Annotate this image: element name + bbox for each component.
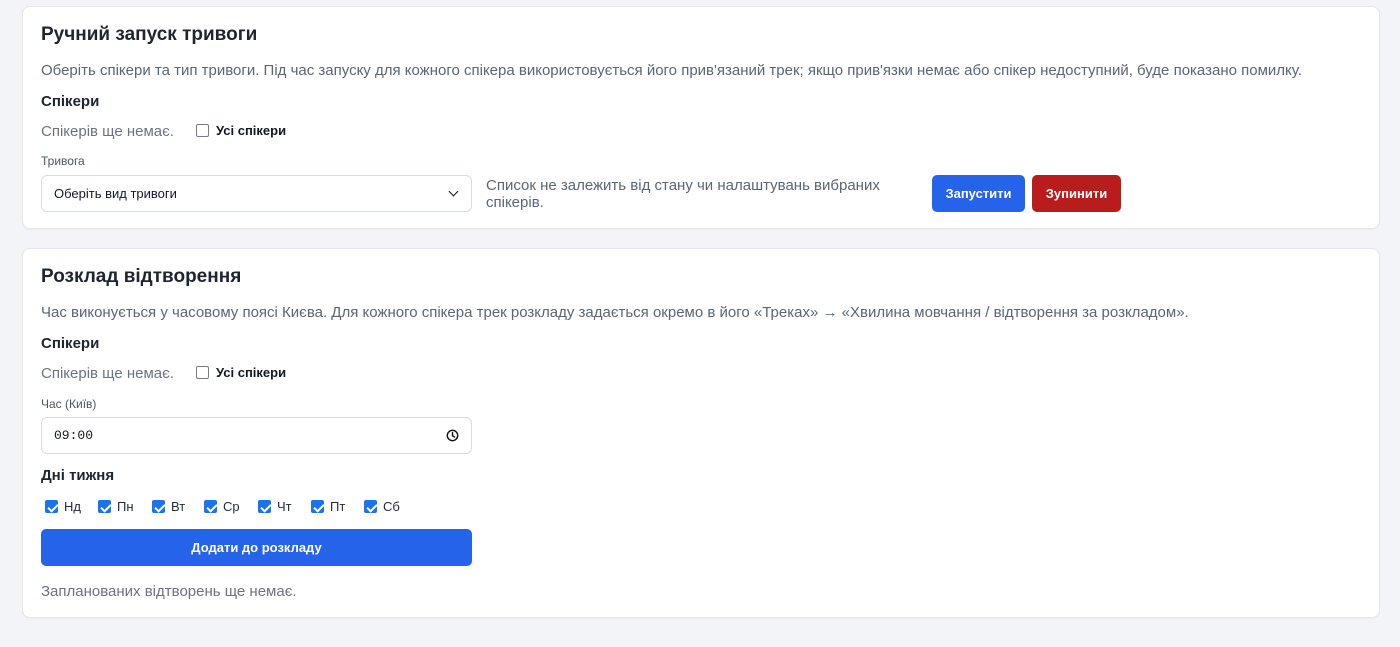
day-option[interactable]: Чт: [258, 499, 311, 514]
days-heading: Дні тижня: [41, 467, 115, 484]
time-input[interactable]: 09:00: [41, 417, 472, 454]
day-checkbox[interactable]: [204, 500, 217, 513]
day-option[interactable]: Нд: [45, 499, 98, 514]
stop-alarm-button[interactable]: Зупинити: [1032, 175, 1121, 212]
day-option[interactable]: Пт: [311, 499, 364, 514]
alarm-type-select[interactable]: Оберіть вид тривоги: [41, 175, 472, 212]
days-of-week: Нд Пн Вт Ср Чт Пт Сб: [45, 499, 414, 514]
manual-alarm-title: Ручний запуск тривоги: [41, 24, 258, 45]
day-checkbox[interactable]: [258, 500, 271, 513]
manual-all-speakers-checkbox[interactable]: [196, 124, 209, 137]
manual-alarm-card: Ручний запуск тривоги Оберіть спікери та…: [22, 6, 1380, 229]
manual-all-speakers-label: Усі спікери: [216, 123, 287, 138]
add-to-schedule-button[interactable]: Додати до розкладу: [41, 529, 472, 566]
day-option[interactable]: Сб: [364, 499, 414, 514]
schedule-speakers-heading: Спікери: [41, 335, 100, 352]
schedule-no-speakers-text: Спікерів ще немає.: [41, 365, 174, 382]
day-label: Сб: [383, 499, 400, 514]
day-checkbox[interactable]: [311, 500, 324, 513]
schedule-description: Час виконується у часовому поясі Києва. …: [41, 304, 1189, 321]
schedule-all-speakers-toggle[interactable]: Усі спікери: [196, 365, 286, 380]
alarm-list-hint: Список не залежить від стану чи налаштув…: [486, 177, 880, 211]
alarm-type-select-value: Оберіть вид тривоги: [54, 186, 177, 201]
time-input-value: 09:00: [54, 428, 94, 443]
day-label: Пн: [117, 499, 134, 514]
manual-alarm-description: Оберіть спікери та тип тривоги. Під час …: [41, 62, 1302, 79]
schedule-empty-text: Запланованих відтворень ще немає.: [41, 583, 297, 600]
schedule-all-speakers-checkbox[interactable]: [196, 366, 209, 379]
day-option[interactable]: Вт: [152, 499, 204, 514]
day-option[interactable]: Ср: [204, 499, 258, 514]
day-option[interactable]: Пн: [98, 499, 152, 514]
alarm-select-label: Тривога: [41, 154, 85, 168]
day-label: Вт: [171, 499, 186, 514]
day-label: Ср: [223, 499, 240, 514]
day-label: Пт: [330, 499, 346, 514]
day-label: Нд: [64, 499, 81, 514]
day-checkbox[interactable]: [98, 500, 111, 513]
clock-icon[interactable]: [446, 429, 459, 442]
manual-speakers-heading: Спікери: [41, 93, 100, 110]
time-input-label: Час (Київ): [41, 397, 97, 411]
manual-no-speakers-text: Спікерів ще немає.: [41, 123, 174, 140]
day-checkbox[interactable]: [45, 500, 58, 513]
day-checkbox[interactable]: [364, 500, 377, 513]
chevron-down-icon: [448, 186, 459, 197]
schedule-all-speakers-label: Усі спікери: [216, 365, 287, 380]
day-checkbox[interactable]: [152, 500, 165, 513]
schedule-title: Розклад відтворення: [41, 266, 242, 287]
start-alarm-button[interactable]: Запустити: [932, 175, 1025, 212]
playback-schedule-card: Розклад відтворення Час виконується у ча…: [22, 248, 1380, 618]
day-label: Чт: [277, 499, 292, 514]
manual-all-speakers-toggle[interactable]: Усі спікери: [196, 123, 286, 138]
